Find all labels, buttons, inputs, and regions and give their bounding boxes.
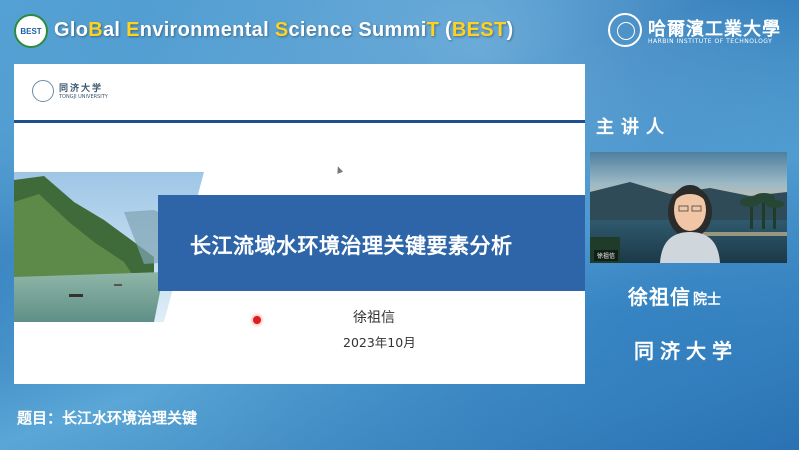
slide-author: 徐祖信 xyxy=(353,310,395,326)
hit-emblem-icon xyxy=(608,13,642,47)
speaker-name-text: 徐祖信 xyxy=(628,285,691,309)
slide-title: 长江流域水环境治理关键要素分析 xyxy=(190,234,513,258)
slide-top-bar: 同济大学 TONGJI UNIVERSITY xyxy=(14,64,585,120)
speaker-organization: 同济大学 xyxy=(634,339,738,363)
summit-title-segment: Glo xyxy=(54,19,89,41)
best-logo-text: BEST xyxy=(20,26,42,36)
summit-title: GloBal Environmental Science SummiT (BES… xyxy=(54,19,513,42)
summit-title-segment: S xyxy=(274,19,289,41)
speaker-title: 院士 xyxy=(693,292,721,308)
slide-divider xyxy=(14,120,585,123)
video-name-tag: 徐祖信 xyxy=(594,250,619,261)
summit-title-segment: B xyxy=(88,19,103,41)
laser-pointer-dot xyxy=(253,316,261,324)
speaker-video-feed[interactable]: 徐祖信 xyxy=(590,152,787,263)
presentation-slide: 同济大学 TONGJI UNIVERSITY 长江流域水环境治理关键要素分析 徐… xyxy=(14,64,585,384)
speaker-video-image xyxy=(590,152,787,263)
summit-title-segment: nvironmental xyxy=(139,19,275,41)
footer-topic: 题目：长江水环境治理关键 xyxy=(17,409,198,427)
mouse-cursor-icon xyxy=(334,165,344,174)
summit-title-segment: BEST xyxy=(451,19,507,41)
tongji-logo-english: TONGJI UNIVERSITY xyxy=(59,94,108,100)
summit-title-segment: E xyxy=(126,19,140,41)
tongji-logo-chinese: 同济大学 xyxy=(59,84,104,94)
summit-title-segment: T xyxy=(426,19,440,41)
speaker-label: 主讲人 xyxy=(596,117,671,138)
summit-title-segment: ) xyxy=(506,19,514,41)
hit-logo: 哈爾濱工業大學 HARBIN INSTITUTE OF TECHNOLOGY xyxy=(608,13,788,51)
tongji-seal-icon xyxy=(32,80,54,102)
summit-title-segment: cience Summi xyxy=(288,19,427,41)
slide-date: 2023年10月 xyxy=(343,335,416,350)
hit-logo-english: HARBIN INSTITUTE OF TECHNOLOGY xyxy=(648,38,773,45)
summit-title-segment: ( xyxy=(439,19,452,41)
tongji-logo: 同济大学 TONGJI UNIVERSITY xyxy=(32,80,132,106)
speaker-name: 徐祖信 院士 xyxy=(628,281,721,310)
best-logo: BEST xyxy=(14,14,48,48)
header-bar: BEST GloBal Environmental Science SummiT… xyxy=(0,0,799,62)
summit-title-segment: al xyxy=(102,19,127,41)
